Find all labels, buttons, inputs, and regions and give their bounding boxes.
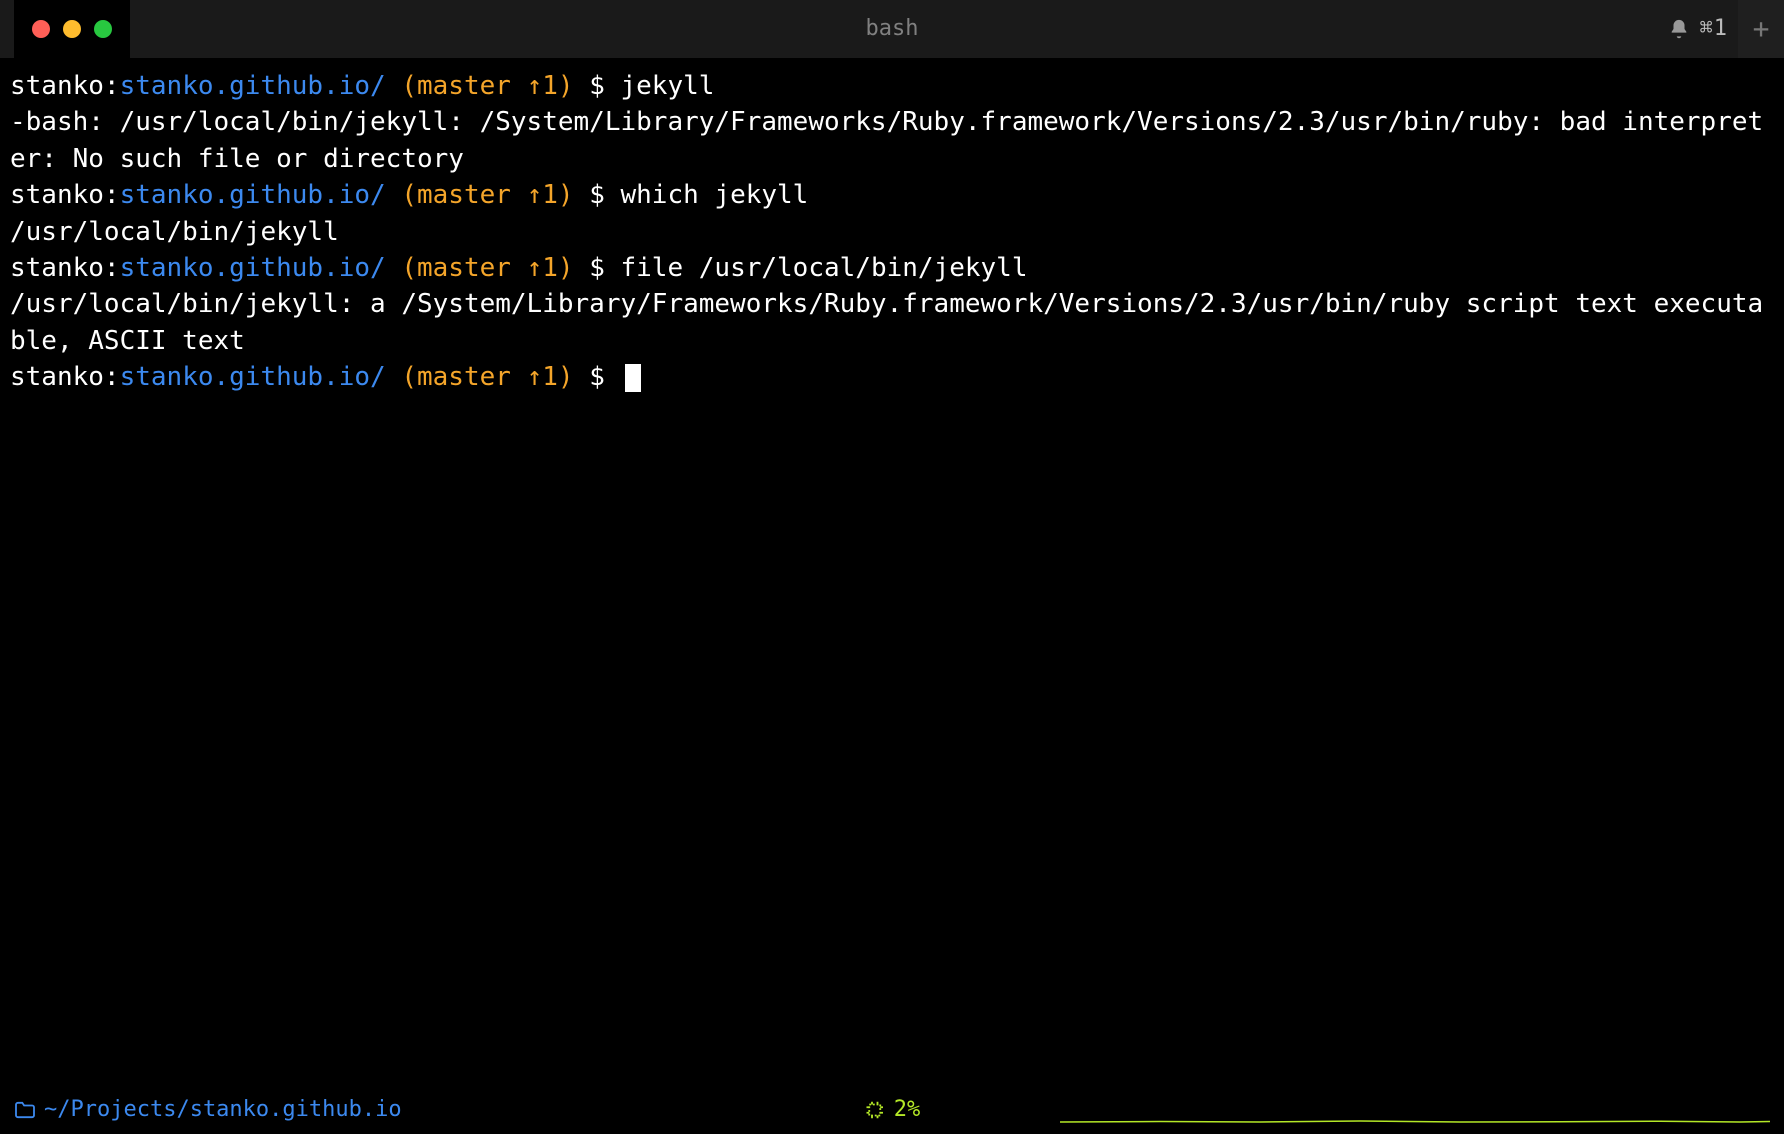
- statusbar: ~/Projects/stanko.github.io 2%: [0, 1086, 1784, 1134]
- status-cpu-text: 2%: [894, 1095, 921, 1126]
- new-tab-button[interactable]: +: [1738, 0, 1784, 58]
- prompt-user: stanko: [10, 71, 104, 101]
- folder-icon: [14, 1101, 36, 1119]
- prompt-line: stanko:stanko.github.io/ (master ↑1) $ f…: [10, 250, 1774, 286]
- command-text: which jekyll: [621, 180, 809, 210]
- bell-icon[interactable]: [1668, 18, 1690, 40]
- prompt-git: (master ↑1): [401, 362, 573, 392]
- minimize-window-button[interactable]: [63, 20, 81, 38]
- prompt-line: stanko:stanko.github.io/ (master ↑1) $: [10, 359, 1774, 395]
- prompt-symbol: $: [589, 362, 605, 392]
- chip-icon: [864, 1099, 886, 1121]
- prompt-git: (master ↑1): [401, 253, 573, 283]
- active-tab[interactable]: [14, 0, 130, 58]
- prompt-dir: stanko.github.io/: [120, 362, 386, 392]
- tab-shortcut-label: ⌘1: [1700, 14, 1729, 45]
- cursor: [625, 364, 641, 392]
- prompt-dir: stanko.github.io/: [120, 253, 386, 283]
- terminal-body[interactable]: stanko:stanko.github.io/ (master ↑1) $ j…: [0, 58, 1784, 396]
- fullscreen-window-button[interactable]: [94, 20, 112, 38]
- output-line: /usr/local/bin/jekyll: a /System/Library…: [10, 286, 1774, 359]
- prompt-symbol: $: [589, 253, 605, 283]
- prompt-dir: stanko.github.io/: [120, 180, 386, 210]
- prompt-line: stanko:stanko.github.io/ (master ↑1) $ w…: [10, 177, 1774, 213]
- prompt-user: stanko: [10, 362, 104, 392]
- window-title: bash: [866, 14, 919, 45]
- status-path: ~/Projects/stanko.github.io: [14, 1095, 402, 1126]
- close-window-button[interactable]: [32, 20, 50, 38]
- prompt-user: stanko: [10, 180, 104, 210]
- command-text: jekyll: [621, 71, 715, 101]
- prompt-dir: stanko.github.io/: [120, 71, 386, 101]
- prompt-symbol: $: [589, 71, 605, 101]
- command-text: file /usr/local/bin/jekyll: [621, 253, 1028, 283]
- cpu-graph: [1060, 1118, 1770, 1124]
- prompt-user: stanko: [10, 253, 104, 283]
- status-cpu: 2%: [864, 1095, 921, 1126]
- prompt-git: (master ↑1): [401, 71, 573, 101]
- traffic-lights: [32, 20, 112, 38]
- prompt-git: (master ↑1): [401, 180, 573, 210]
- titlebar: bash ⌘1 +: [0, 0, 1784, 58]
- prompt-line: stanko:stanko.github.io/ (master ↑1) $ j…: [10, 68, 1774, 104]
- output-line: /usr/local/bin/jekyll: [10, 214, 1774, 250]
- prompt-symbol: $: [589, 180, 605, 210]
- status-path-text: ~/Projects/stanko.github.io: [44, 1095, 402, 1126]
- output-line: -bash: /usr/local/bin/jekyll: /System/Li…: [10, 104, 1774, 177]
